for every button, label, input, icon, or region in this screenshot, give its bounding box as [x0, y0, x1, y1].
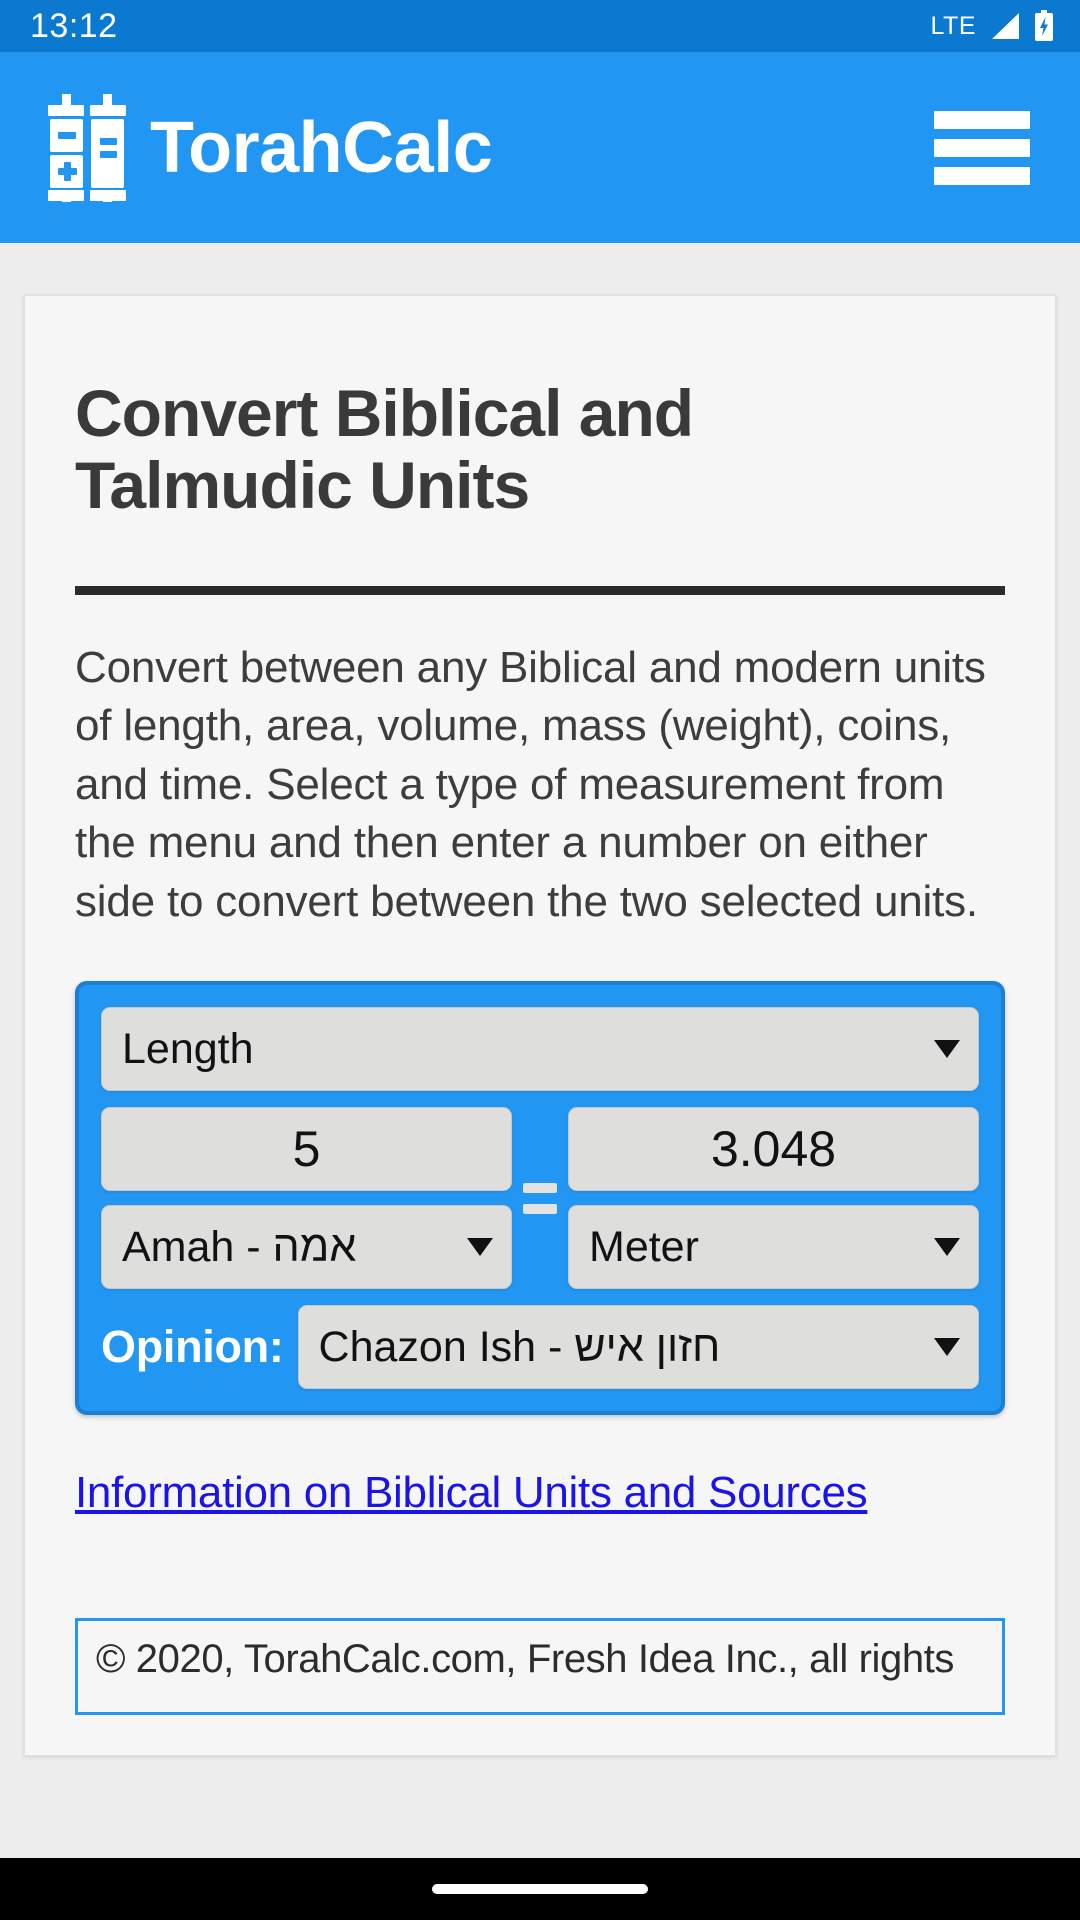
intro-paragraph: Convert between any Biblical and modern …	[75, 642, 986, 926]
conversion-grid: 5 3.048 Amah - אמה Meter	[101, 1107, 979, 1290]
content-card: Convert Biblical and Talmudic Units Conv…	[24, 295, 1056, 1757]
status-indicators: LTE	[931, 10, 1055, 42]
right-value-input[interactable]: 3.048	[568, 1107, 979, 1192]
left-unit-select[interactable]: Amah - אמה	[101, 1205, 512, 1290]
app-header: TorahCalc	[0, 52, 1080, 243]
phone-screen: 13:12 LTE TorahCalc Convert Biblical and…	[0, 0, 1080, 1920]
hamburger-bar	[934, 138, 1030, 157]
opinion-label: Opinion:	[101, 1321, 284, 1373]
right-unit-value: Meter	[589, 1222, 699, 1271]
unit-converter-widget: Length 5 3.048 Amah - אמה Meter Opinion:…	[75, 981, 1005, 1416]
equals-icon	[512, 1182, 568, 1214]
info-sources-link[interactable]: Information on Biblical Units and Source…	[75, 1467, 868, 1520]
battery-charging-icon	[1035, 10, 1053, 41]
torah-scroll-calculator-icon	[48, 93, 126, 202]
brand-home-link[interactable]: TorahCalc	[46, 93, 934, 202]
opinion-value: Chazon Ish - חזון איש	[318, 1322, 721, 1371]
equals-bar	[523, 1203, 557, 1214]
network-type-label: LTE	[930, 11, 976, 40]
page-body: Convert Biblical and Talmudic Units Conv…	[0, 243, 1080, 1920]
page-title: Convert Biblical and Talmudic Units	[75, 376, 694, 522]
chevron-down-icon	[934, 1040, 960, 1059]
chevron-down-icon	[467, 1238, 493, 1257]
opinion-row: Opinion: Chazon Ish - חזון איש	[101, 1305, 979, 1390]
left-value-input[interactable]: 5	[101, 1107, 512, 1192]
hamburger-bar	[934, 166, 1030, 185]
signal-bars-icon	[992, 13, 1019, 39]
opinion-select[interactable]: Chazon Ish - חזון איש	[297, 1305, 979, 1390]
hamburger-menu-icon[interactable]	[934, 110, 1030, 185]
android-nav-bar	[0, 1858, 1080, 1920]
hamburger-bar	[934, 110, 1030, 129]
left-value-text: 5	[292, 1121, 321, 1178]
left-unit-value: Amah - אמה	[122, 1222, 357, 1271]
measurement-type-select[interactable]: Length	[101, 1007, 979, 1092]
home-indicator[interactable]	[432, 1884, 648, 1894]
chevron-down-icon	[934, 1338, 960, 1357]
right-unit-select[interactable]: Meter	[568, 1205, 979, 1290]
brand-title: TorahCalc	[150, 107, 493, 188]
title-divider	[75, 585, 1005, 595]
measurement-type-value: Length	[122, 1024, 254, 1073]
chevron-down-icon	[934, 1238, 960, 1257]
equals-bar	[523, 1182, 557, 1193]
footer-copyright: © 2020, TorahCalc.com, Fresh Idea Inc., …	[75, 1618, 1005, 1716]
status-bar: 13:12 LTE	[0, 0, 1080, 52]
right-value-text: 3.048	[710, 1121, 837, 1178]
status-clock: 13:12	[30, 7, 118, 45]
